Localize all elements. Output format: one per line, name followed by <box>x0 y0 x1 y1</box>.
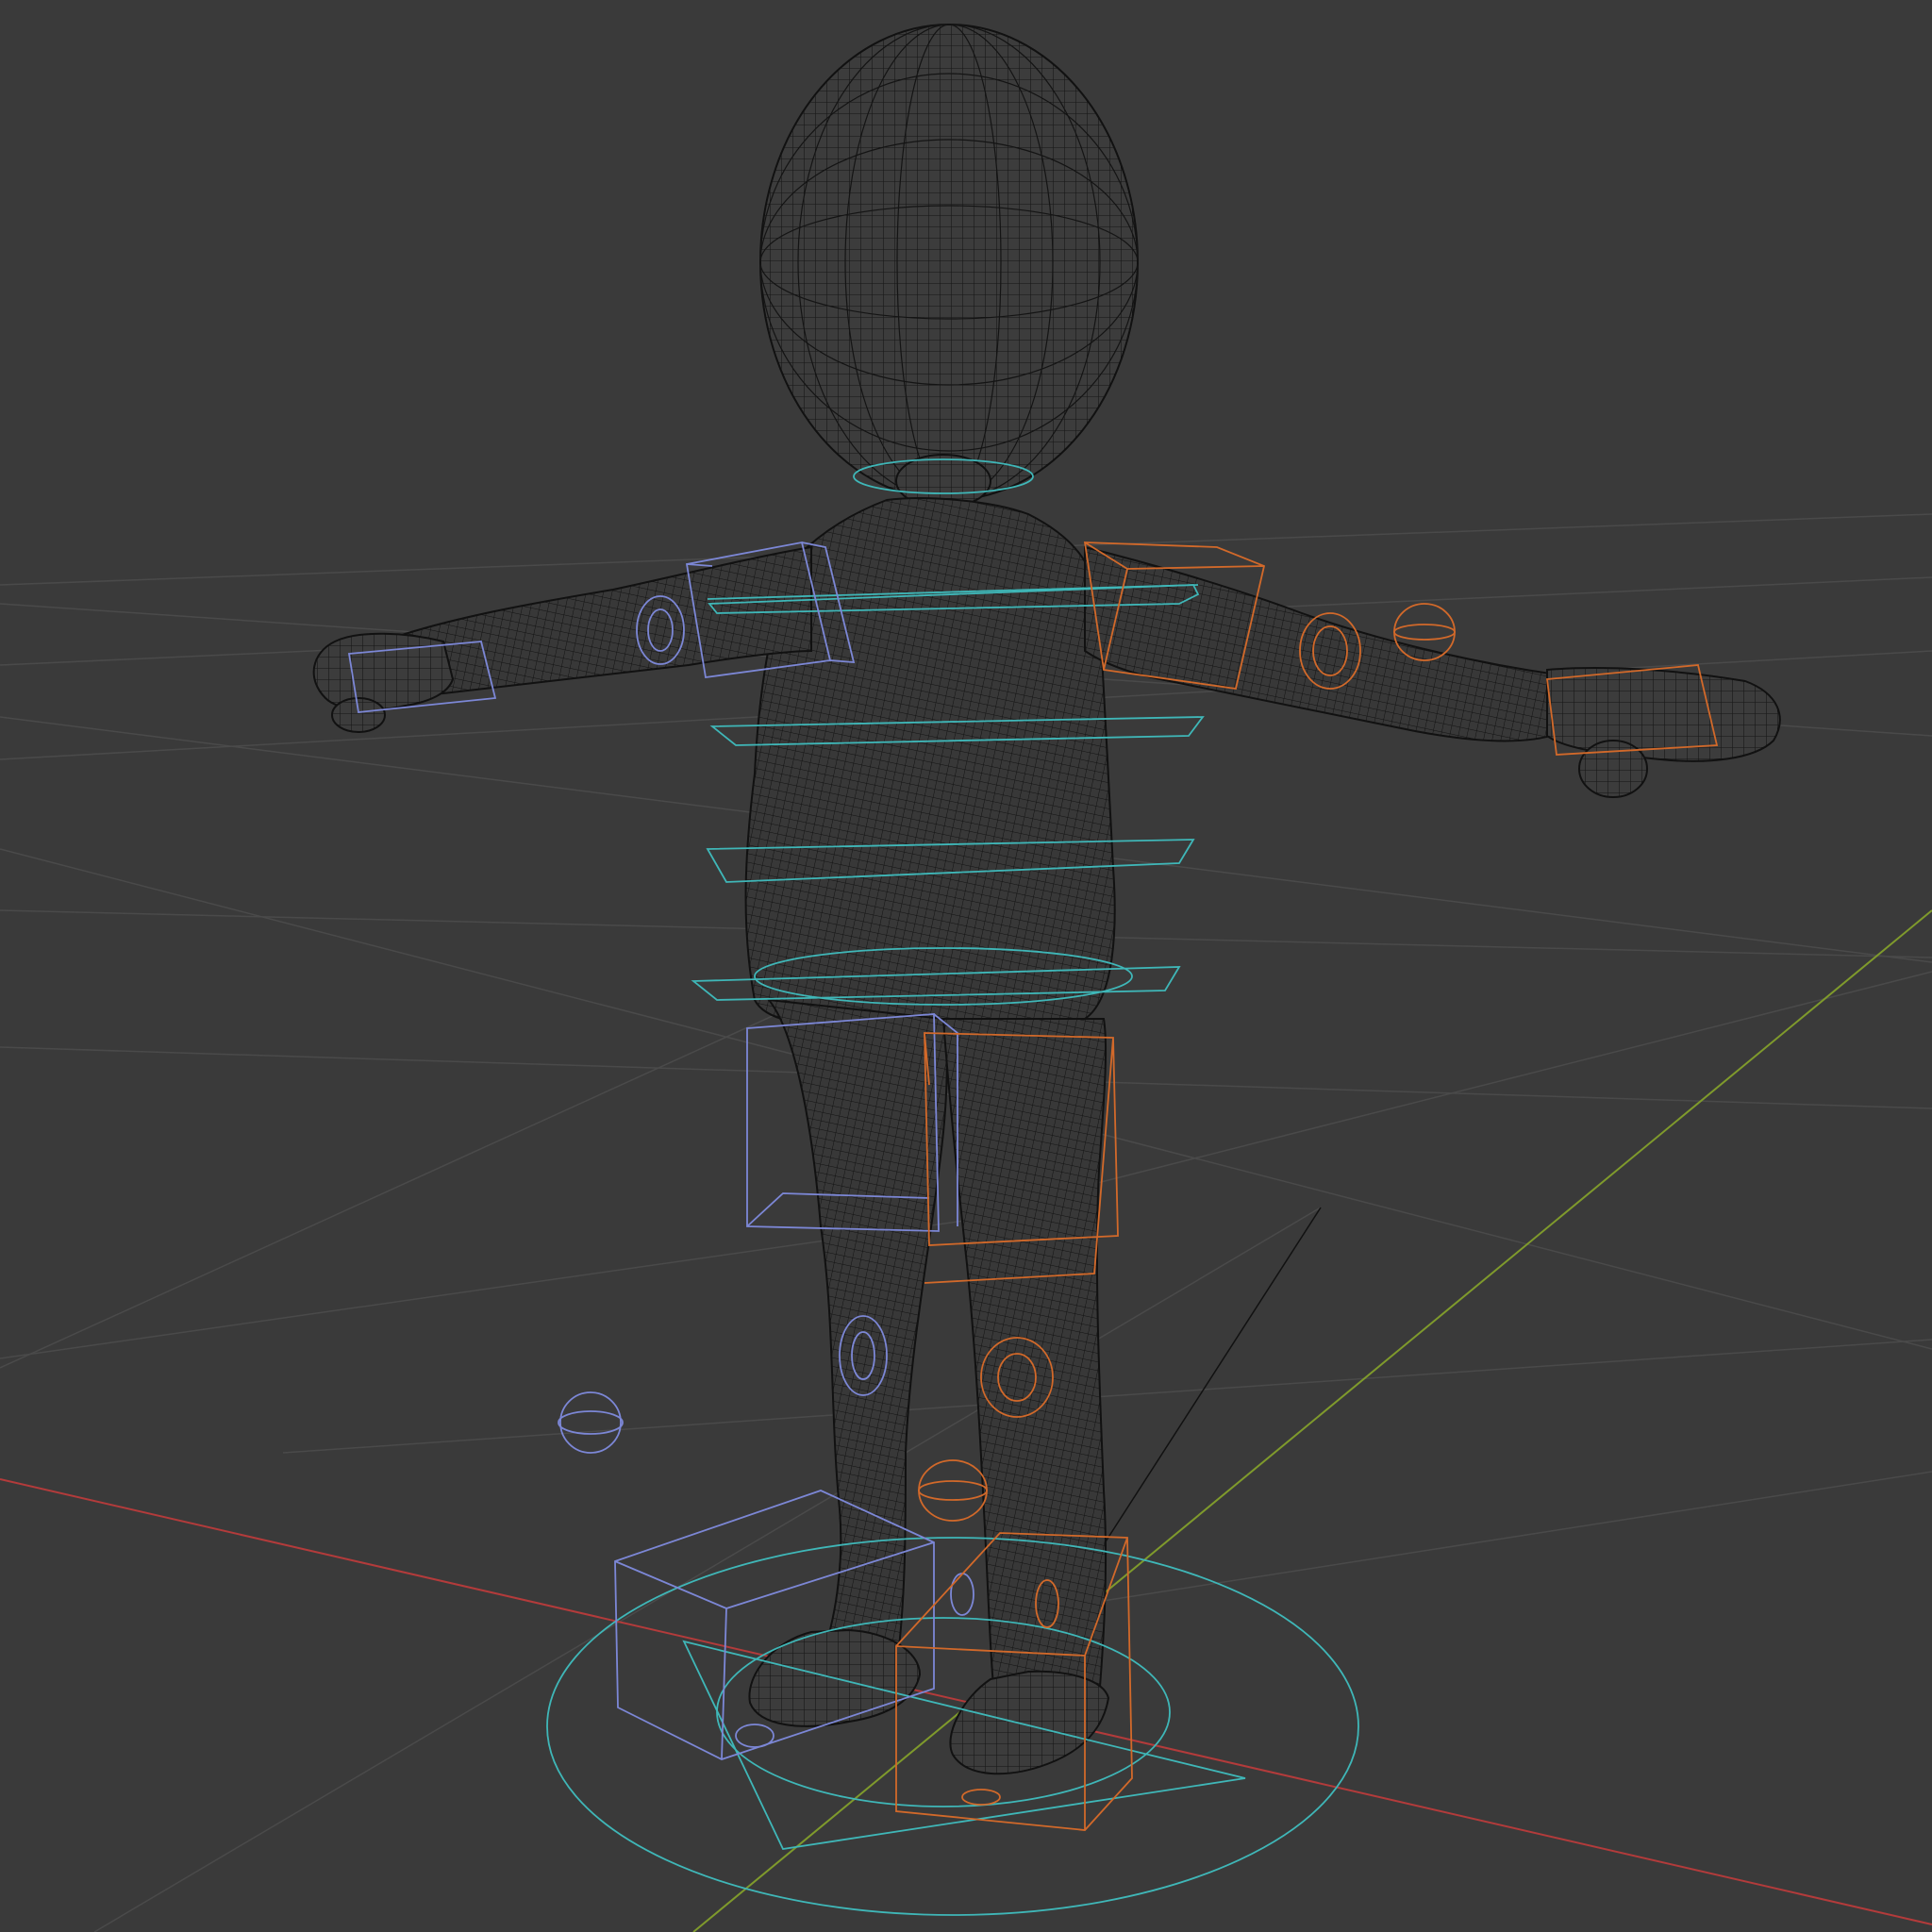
right-thumb-mesh <box>1578 740 1648 798</box>
3d-viewport[interactable] <box>0 0 1932 1932</box>
left-thumb-mesh <box>331 697 386 733</box>
viewport-canvas[interactable] <box>0 0 1932 1932</box>
left-hand-mesh[interactable] <box>312 632 455 711</box>
head-mesh[interactable] <box>759 24 1139 501</box>
right-hand-mesh[interactable] <box>1546 667 1781 762</box>
